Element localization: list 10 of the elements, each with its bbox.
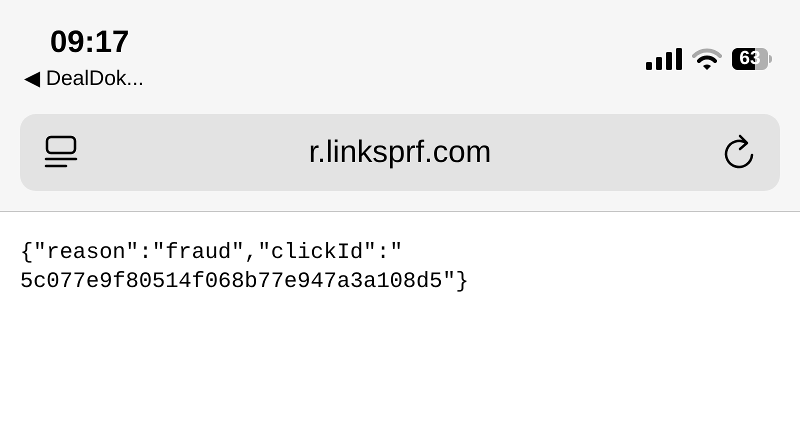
reader-icon[interactable] (44, 134, 78, 170)
url-text: r.linksprf.com (308, 133, 492, 172)
signal-icon (646, 48, 682, 70)
reload-icon[interactable] (722, 134, 756, 172)
wifi-icon (692, 48, 722, 70)
json-text-line: 5c077e9f80514f068b77e947a3a108d5"} (20, 268, 469, 296)
back-link[interactable]: ◀ DealDok... (24, 66, 144, 92)
status-time: 09:17 (50, 24, 130, 60)
address-bar[interactable]: r.linksprf.com (20, 114, 780, 191)
json-text-line: {"reason":"fraud","clickId":" (20, 239, 403, 267)
